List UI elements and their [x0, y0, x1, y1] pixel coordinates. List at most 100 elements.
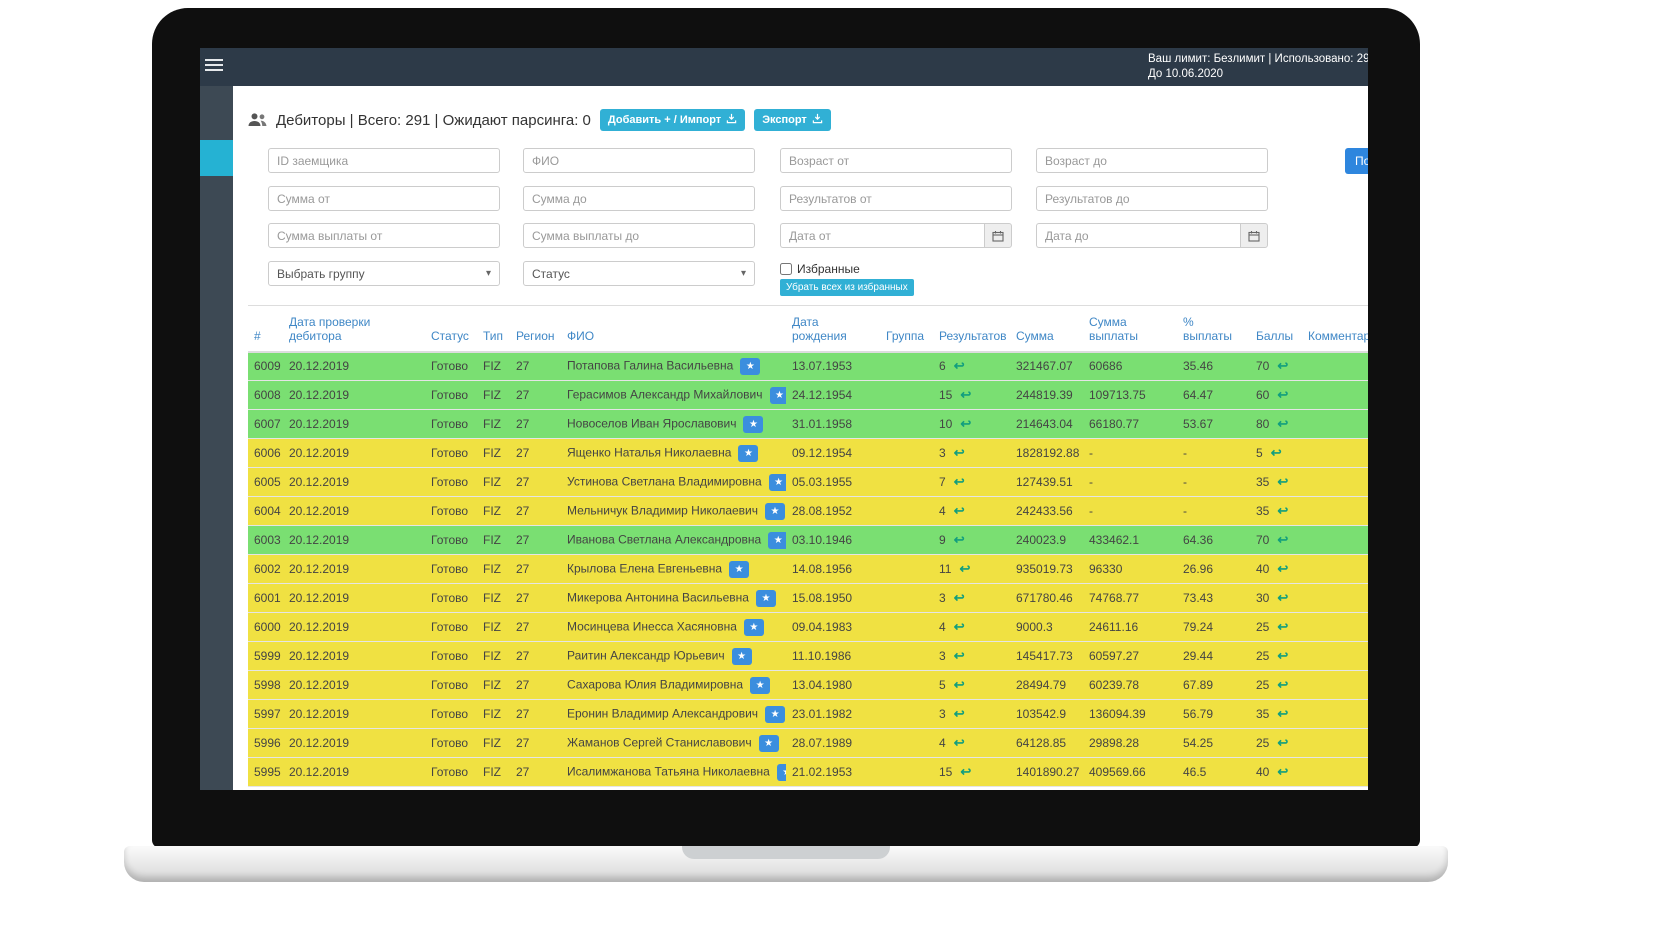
reply-arrow-icon[interactable]: ↩ — [960, 387, 971, 402]
sum: 214643.04 — [1010, 409, 1083, 439]
favorite-star-button[interactable]: ★ — [743, 415, 764, 433]
reply-arrow-icon[interactable]: ↩ — [954, 445, 965, 460]
favorite-star-button[interactable]: ★ — [758, 734, 779, 752]
filter-sum-to-input[interactable] — [523, 186, 755, 211]
reply-arrow-icon[interactable]: ↩ — [954, 358, 965, 373]
search-button[interactable]: Поиск — [1345, 148, 1368, 174]
column-header: Сумма — [1010, 305, 1083, 353]
menu-icon[interactable] — [205, 59, 223, 74]
status-select-value: Статус — [532, 266, 570, 281]
favorite-star-button[interactable]: ★ — [769, 386, 786, 404]
type: FIZ — [477, 728, 510, 758]
reply-arrow-icon[interactable]: ↩ — [954, 619, 965, 634]
comment — [1302, 467, 1368, 497]
table-row: 5997 20.12.2019 Готово FIZ 27 Еронин Владимир… — [248, 699, 1368, 729]
status-select[interactable]: Статус ▾ — [523, 261, 755, 286]
reply-arrow-icon[interactable]: ↩ — [1277, 590, 1288, 605]
filter-fio-input[interactable] — [523, 148, 755, 173]
row-id: 6008 — [248, 380, 283, 410]
add-import-button[interactable]: Добавить + / Импорт — [599, 109, 746, 131]
reply-arrow-icon[interactable]: ↩ — [954, 474, 965, 489]
favorite-star-button[interactable]: ★ — [743, 618, 764, 636]
reply-arrow-icon[interactable]: ↩ — [1277, 619, 1288, 634]
results-cell: 6 ↩ — [933, 351, 1010, 381]
favorite-star-button[interactable]: ★ — [776, 763, 786, 781]
filter-payout-to-input[interactable] — [523, 223, 755, 248]
reply-arrow-icon[interactable]: ↩ — [1277, 358, 1288, 373]
reply-arrow-icon[interactable]: ↩ — [1277, 677, 1288, 692]
favorite-star-button[interactable]: ★ — [731, 647, 752, 665]
reply-arrow-icon[interactable]: ↩ — [1277, 416, 1288, 431]
favorites-checkbox[interactable] — [780, 263, 792, 275]
reply-arrow-icon[interactable]: ↩ — [954, 590, 965, 605]
favorite-star-button[interactable]: ★ — [755, 589, 776, 607]
reply-arrow-icon[interactable]: ↩ — [1277, 706, 1288, 721]
favorite-star-button[interactable]: ★ — [768, 531, 786, 549]
favorite-star-button[interactable]: ★ — [750, 676, 771, 694]
type: FIZ — [477, 757, 510, 787]
filter-date-from-input[interactable] — [780, 223, 984, 248]
filter-results-from-input[interactable] — [780, 186, 1012, 211]
app-screen: Ваш лимит: Безлимит | Использовано: 29 Д… — [200, 48, 1368, 790]
reply-arrow-icon[interactable]: ↩ — [1277, 735, 1288, 750]
filter-age-to-input[interactable] — [1036, 148, 1268, 173]
sum: 1401890.27 — [1010, 757, 1083, 787]
calendar-icon[interactable] — [984, 223, 1012, 248]
laptop-mockup: Ваш лимит: Безлимит | Использовано: 29 Д… — [0, 0, 1680, 945]
reply-arrow-icon[interactable]: ↩ — [954, 735, 965, 750]
reply-arrow-icon[interactable]: ↩ — [954, 532, 965, 547]
favorite-star-button[interactable]: ★ — [765, 502, 786, 520]
reply-arrow-icon[interactable]: ↩ — [1277, 387, 1288, 402]
remove-favorites-button[interactable]: Убрать всех из избранных — [780, 279, 914, 296]
birth-date: 23.01.1982 — [786, 699, 880, 729]
check-date: 20.12.2019 — [283, 554, 425, 584]
reply-arrow-icon[interactable]: ↩ — [1271, 445, 1282, 460]
favorite-star-button[interactable]: ★ — [729, 560, 750, 578]
export-button[interactable]: Экспорт — [754, 109, 831, 131]
filter-date-to-input[interactable] — [1036, 223, 1240, 248]
reply-arrow-icon[interactable]: ↩ — [1277, 764, 1288, 779]
reply-arrow-icon[interactable]: ↩ — [959, 561, 970, 576]
reply-arrow-icon[interactable]: ↩ — [1277, 503, 1288, 518]
favorite-star-button[interactable]: ★ — [768, 473, 786, 491]
row-id: 5998 — [248, 670, 283, 700]
check-date: 20.12.2019 — [283, 699, 425, 729]
column-header: Дата проверки дебитора — [283, 305, 425, 353]
status: Готово — [425, 554, 477, 584]
reply-arrow-icon[interactable]: ↩ — [954, 677, 965, 692]
reply-arrow-icon[interactable]: ↩ — [954, 648, 965, 663]
filter-age-from-input[interactable] — [780, 148, 1012, 173]
points-cell: 5 ↩ — [1250, 438, 1302, 468]
check-date: 20.12.2019 — [283, 380, 425, 410]
filter-payout-from-input[interactable] — [268, 223, 500, 248]
group — [880, 496, 933, 526]
favorite-star-button[interactable]: ★ — [765, 705, 786, 723]
group-select[interactable]: Выбрать группу ▾ — [268, 261, 500, 286]
filter-results-to-input[interactable] — [1036, 186, 1268, 211]
reply-arrow-icon[interactable]: ↩ — [1277, 532, 1288, 547]
calendar-icon[interactable] — [1240, 223, 1268, 248]
reply-arrow-icon[interactable]: ↩ — [954, 503, 965, 518]
reply-arrow-icon[interactable]: ↩ — [1277, 561, 1288, 576]
payout-percent: 53.67 — [1177, 409, 1250, 439]
table-row: 6002 20.12.2019 Готово FIZ 27 Крылова Елена Е… — [248, 554, 1368, 584]
favorite-star-button[interactable]: ★ — [740, 357, 761, 375]
filter-debtor-id-input[interactable] — [268, 148, 500, 173]
sidebar-active-item[interactable] — [200, 140, 233, 176]
filter-sum-from-input[interactable] — [268, 186, 500, 211]
debtor-name: Жаманов Сергей Станиславович — [567, 735, 752, 750]
reply-arrow-icon[interactable]: ↩ — [954, 706, 965, 721]
region: 27 — [510, 467, 561, 497]
reply-arrow-icon[interactable]: ↩ — [960, 764, 971, 779]
birth-date: 11.10.1986 — [786, 641, 880, 671]
reply-arrow-icon[interactable]: ↩ — [1277, 474, 1288, 489]
points-cell: 25 ↩ — [1250, 612, 1302, 642]
favorite-star-button[interactable]: ★ — [738, 444, 759, 462]
reply-arrow-icon[interactable]: ↩ — [1277, 648, 1288, 663]
table-row: 6001 20.12.2019 Готово FIZ 27 Микерова Антони… — [248, 583, 1368, 613]
reply-arrow-icon[interactable]: ↩ — [960, 416, 971, 431]
laptop-base — [124, 846, 1448, 882]
type: FIZ — [477, 438, 510, 468]
column-header: % выплаты — [1177, 305, 1250, 353]
debtor-name: Ященко Наталья Николаевна — [567, 445, 732, 460]
